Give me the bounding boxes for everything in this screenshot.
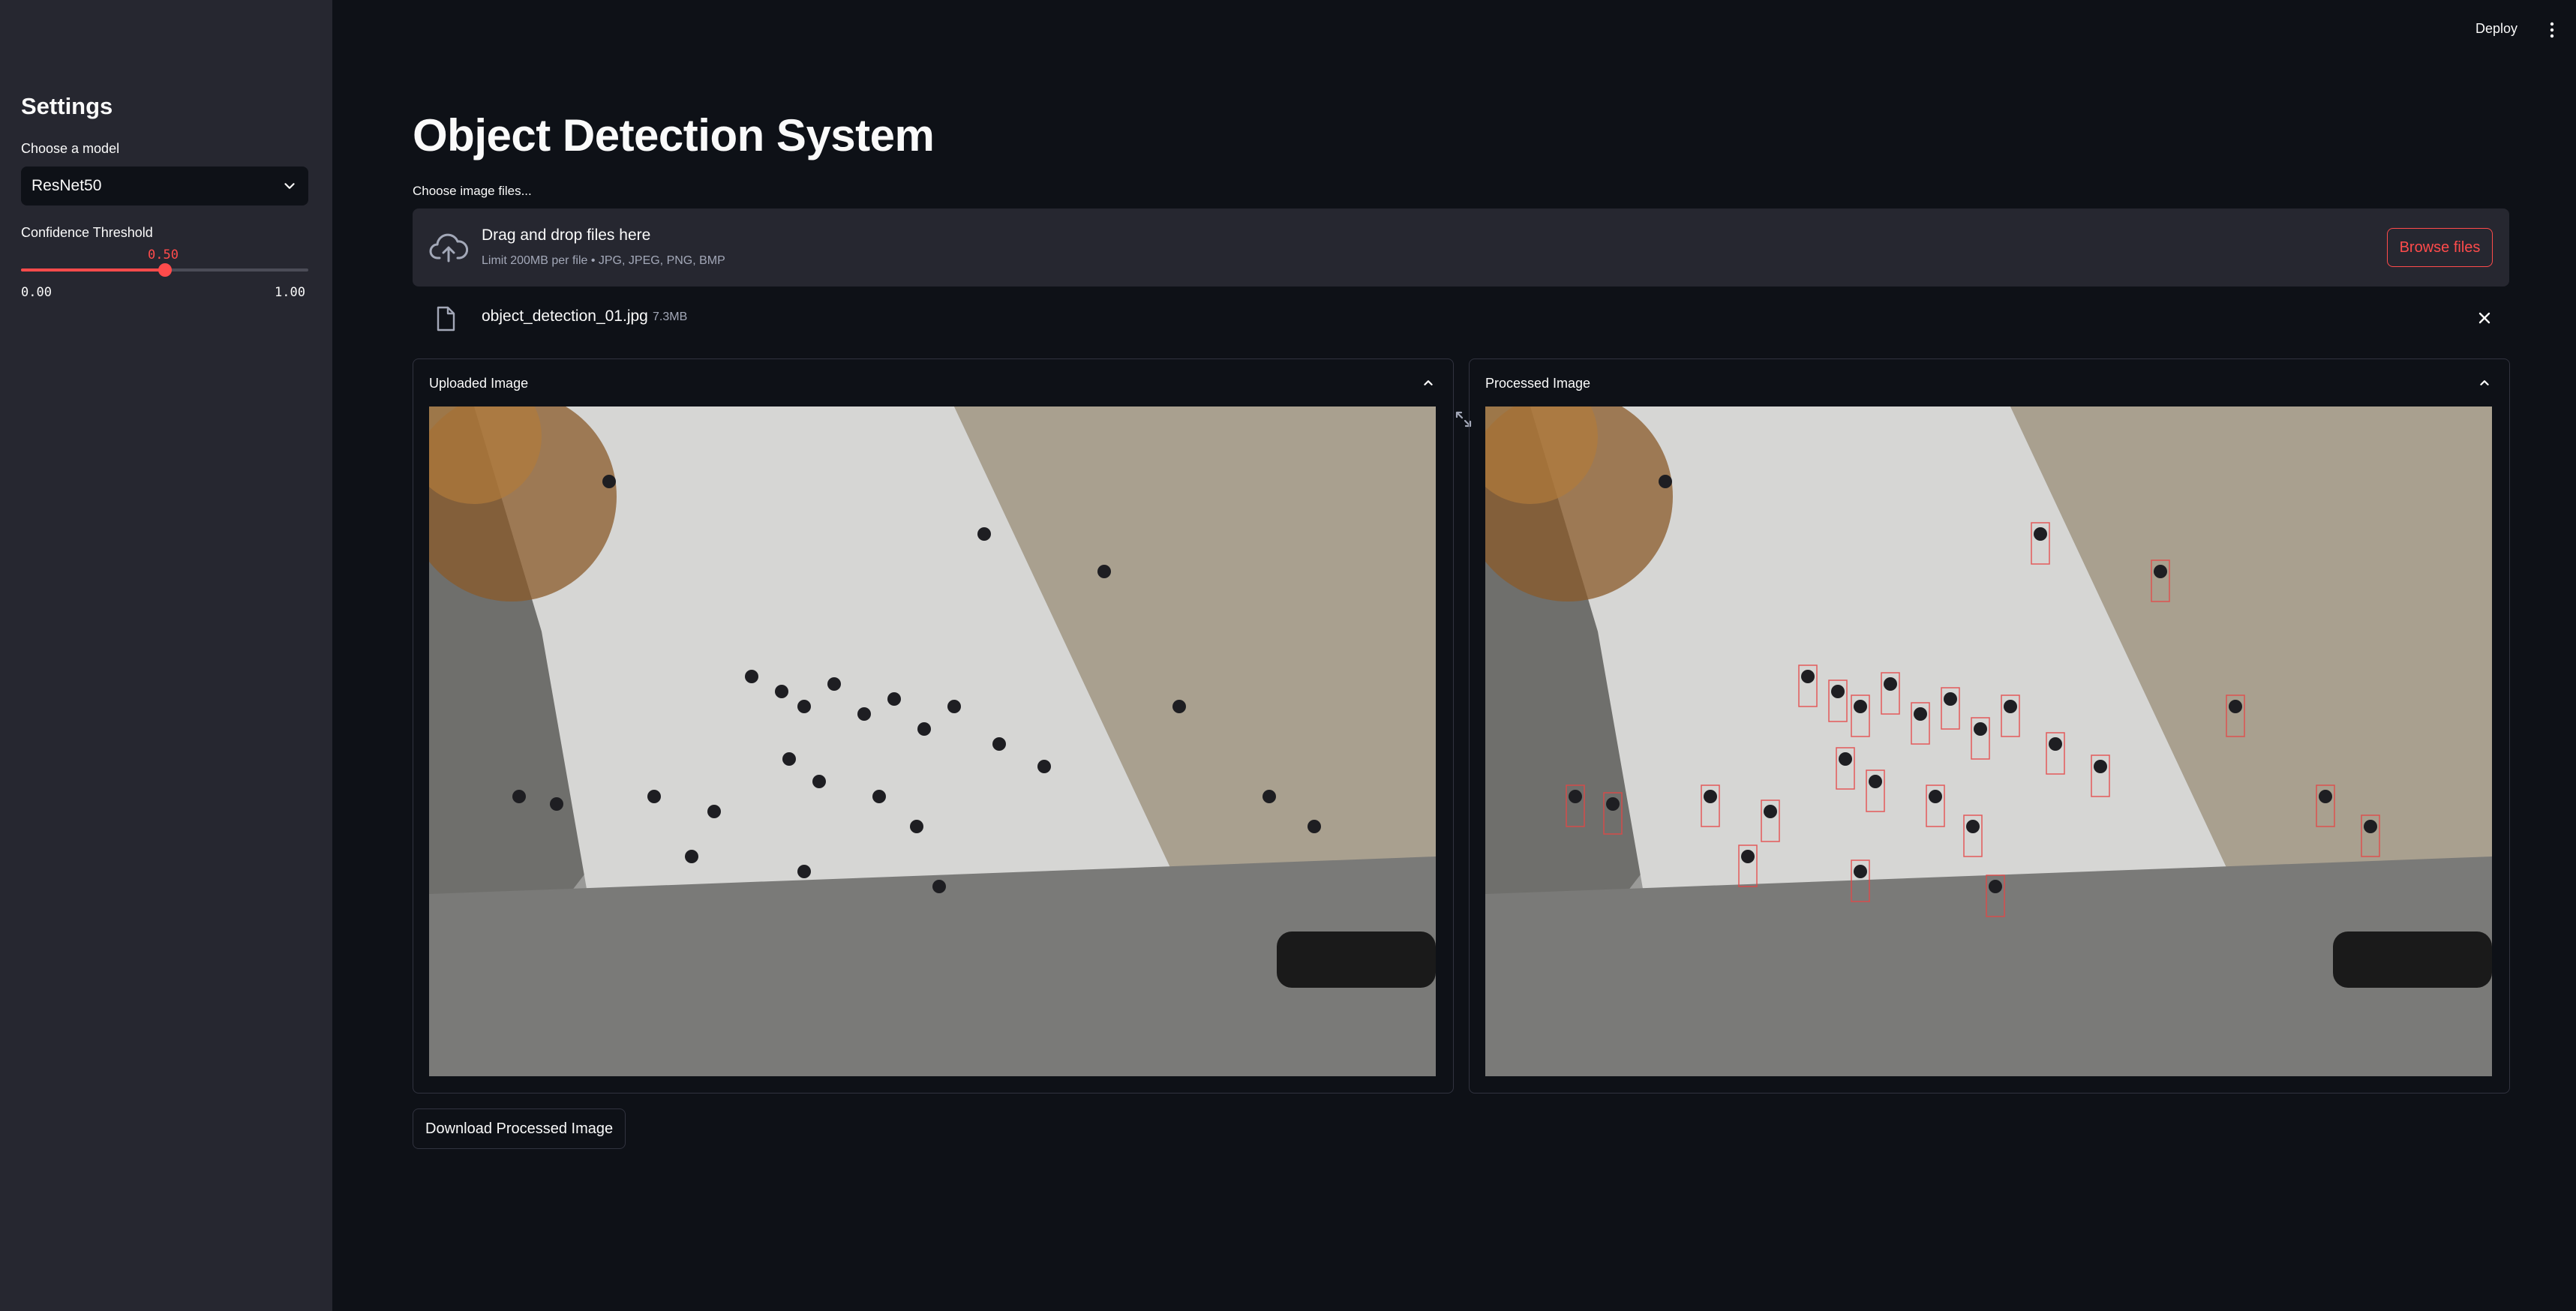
threshold-value: 0.50 [148,248,179,262]
uploaded-file-row: object_detection_01.jpg 7.3MB [413,300,2509,338]
download-processed-image-button[interactable]: Download Processed Image [413,1108,626,1149]
threshold-slider[interactable] [21,263,308,277]
uploader-label: Choose image files... [413,184,532,198]
processed-image [1485,406,2492,1076]
model-select-label: Choose a model [21,141,120,156]
file-dropzone[interactable]: Drag and drop files here Limit 200MB per… [413,208,2509,286]
close-icon[interactable] [2475,309,2493,327]
street-photo-with-detections [1485,406,2492,1076]
chevron-up-icon[interactable] [1420,374,1437,391]
threshold-label: Confidence Threshold [21,225,153,240]
file-icon [437,306,455,332]
file-size: 7.3MB [653,310,688,323]
page-title: Object Detection System [413,110,935,160]
sidebar-title: Settings [21,93,113,119]
chevron-up-icon[interactable] [2476,374,2493,391]
sidebar: Settings Choose a model ResNet50 Confide… [0,0,332,1311]
model-select-value: ResNet50 [32,177,102,194]
processed-image-panel: Processed Image [1469,358,2510,1094]
street-photo [429,406,1436,1076]
slider-max-label: 1.00 [275,285,305,300]
deploy-button[interactable]: Deploy [2475,21,2517,37]
slider-fill [21,268,165,272]
panel-header[interactable]: Uploaded Image [429,376,528,392]
cloud-upload-icon [429,233,468,262]
chevron-down-icon [284,183,295,189]
dropzone-limits: Limit 200MB per file • JPG, JPEG, PNG, B… [482,254,725,267]
dropzone-title: Drag and drop files here [482,226,651,244]
slider-min-label: 0.00 [21,285,52,300]
panel-header[interactable]: Processed Image [1485,376,1590,392]
browse-files-button[interactable]: Browse files [2387,228,2493,267]
slider-thumb[interactable] [158,263,172,277]
uploaded-image [429,406,1436,1076]
kebab-menu-icon[interactable] [2544,20,2559,40]
uploaded-image-panel: Uploaded Image [413,358,1454,1094]
model-select[interactable]: ResNet50 [21,166,308,206]
file-name: object_detection_01.jpg [482,308,648,325]
